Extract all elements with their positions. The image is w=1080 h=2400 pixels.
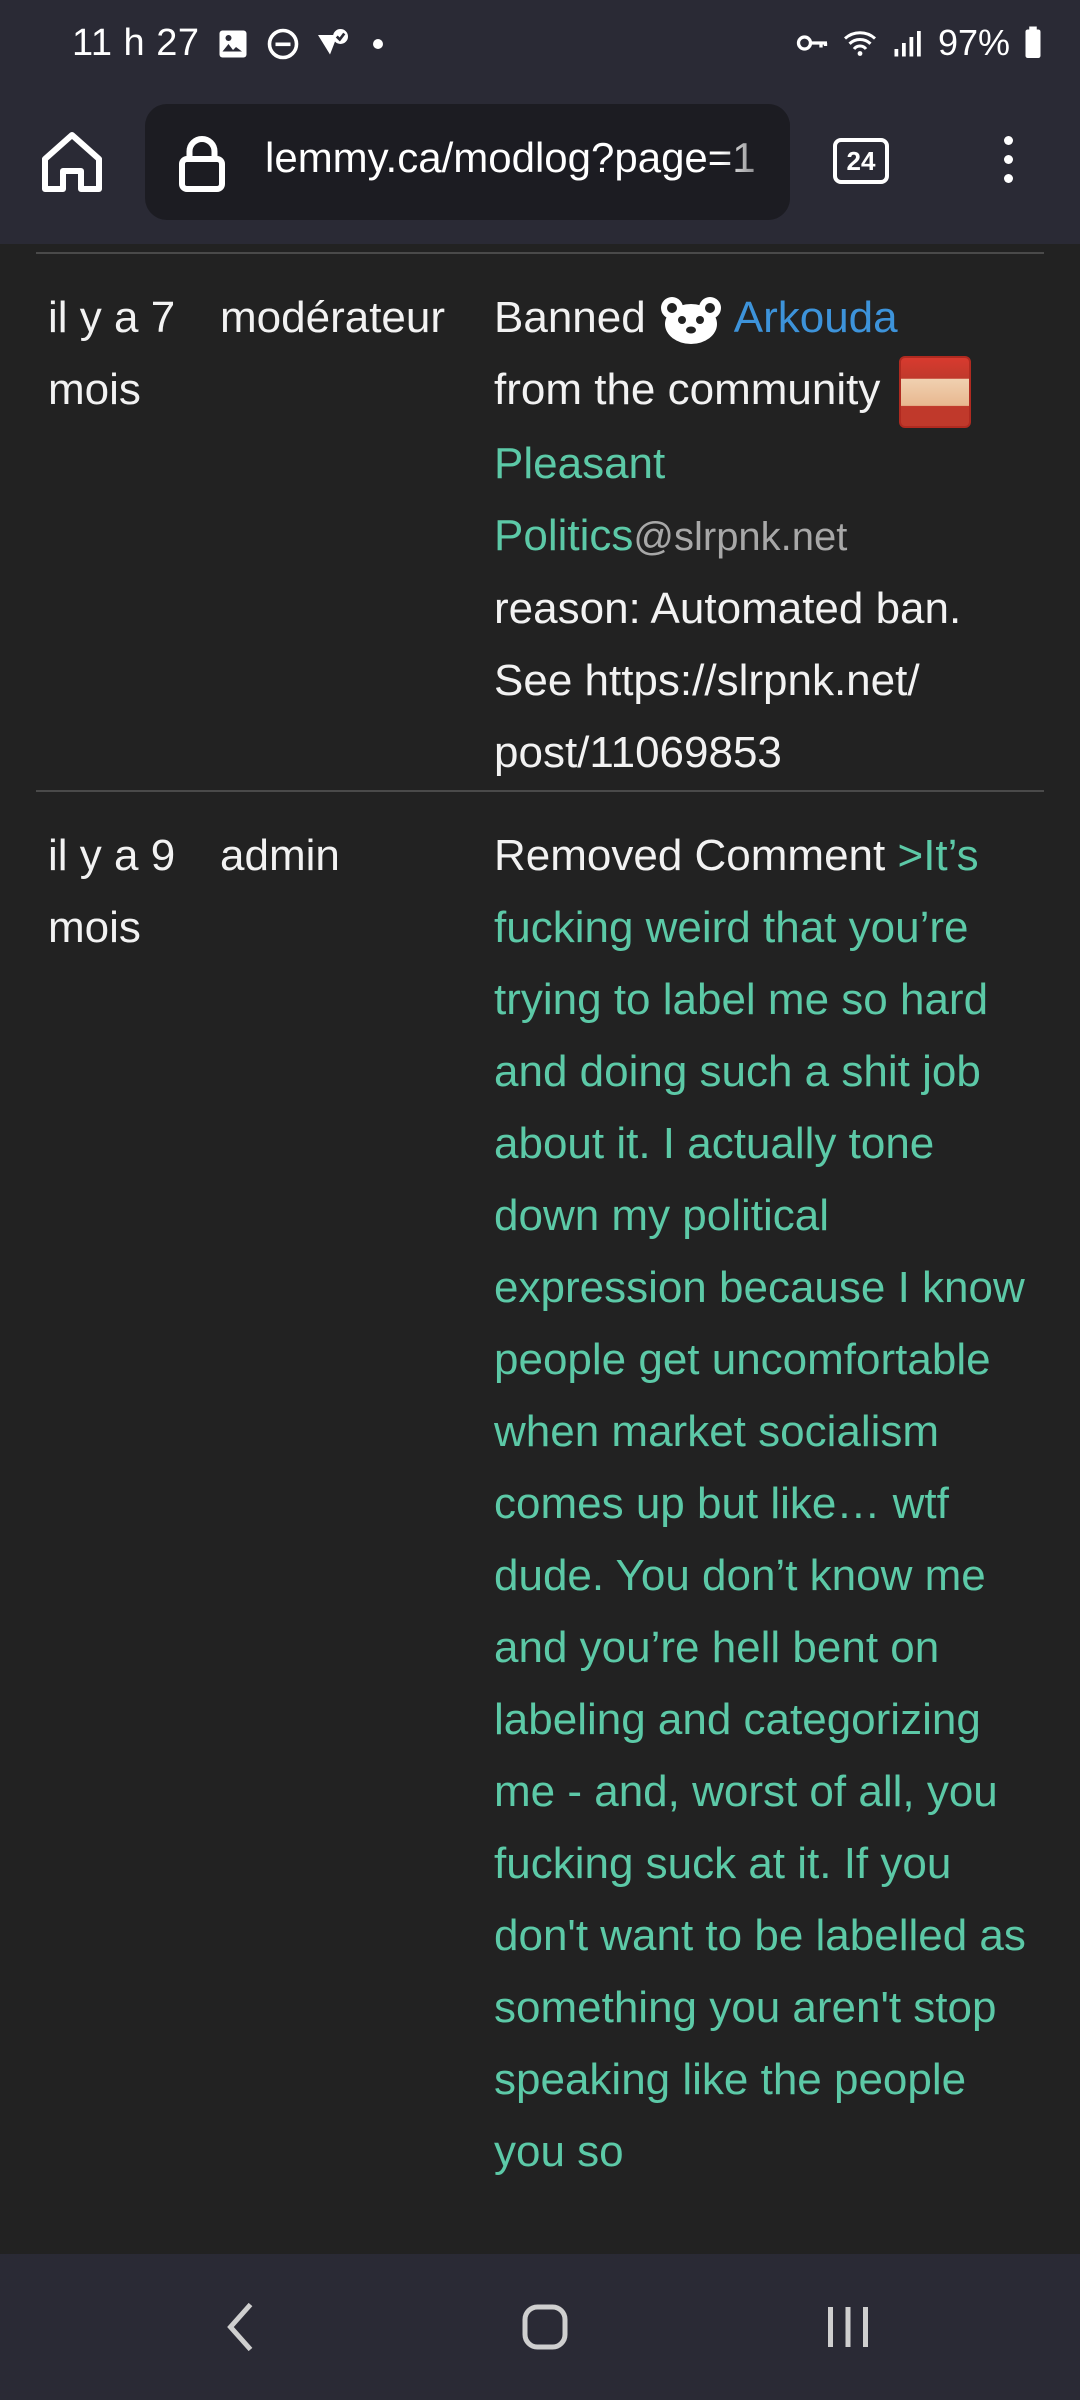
community-name-line[interactable]: Pleasant	[494, 439, 665, 488]
comment-link[interactable]: >It’s fucking weird that you’re trying t…	[494, 831, 1026, 2176]
status-notification-icons	[215, 26, 383, 62]
url-text[interactable]: lemmy.ca/modlog?page=1	[265, 134, 775, 182]
moderator-cell: admin	[220, 831, 340, 880]
moderator-cell: modérateur	[220, 293, 446, 342]
time-text: il y a 9	[48, 831, 176, 880]
community-instance[interactable]: @slrpnk.net	[633, 515, 847, 559]
action-type: Removed Comment	[494, 831, 886, 880]
key-icon	[796, 35, 828, 51]
battery-percent: 97%	[937, 22, 1010, 63]
status-system-icons: 97%	[794, 22, 1044, 64]
modlog-table: il y a 7 mois modérateur Banned Arkouda …	[0, 244, 1080, 2224]
user-link[interactable]: Arkouda	[734, 293, 898, 342]
wifi-icon	[843, 31, 876, 56]
dot-icon	[373, 39, 383, 49]
dnd-icon	[267, 28, 299, 60]
community-name-line[interactable]: Politics	[494, 511, 633, 560]
community-avatar[interactable]	[898, 356, 971, 429]
signal-icon	[894, 31, 921, 57]
battery-icon	[1025, 26, 1041, 58]
vpn-icon	[318, 29, 348, 55]
time-text: mois	[48, 365, 141, 414]
action-cell: Banned Arkouda from the community Pleasa…	[494, 282, 1039, 789]
address-bar[interactable]: lemmy.ca/modlog?page=1	[145, 104, 790, 220]
action-cell: Removed Comment >It’s fucking weird that…	[494, 820, 1039, 2188]
from-text: from the community	[494, 365, 881, 414]
system-nav-bar	[0, 2254, 1080, 2400]
time-cell: il y a 9 mois	[48, 820, 198, 964]
home-icon[interactable]	[36, 126, 108, 198]
table-row: il y a 9 mois admin Removed Comment >It’…	[0, 792, 1080, 2224]
user-avatar[interactable]	[658, 294, 724, 346]
action-type: Banned	[494, 293, 646, 342]
home-nav-icon[interactable]	[515, 2297, 575, 2357]
recents-icon[interactable]	[818, 2297, 878, 2357]
tab-switcher-button[interactable]: 24	[833, 138, 889, 184]
image-icon	[219, 30, 247, 58]
lock-icon[interactable]	[175, 134, 229, 194]
time-text: mois	[48, 903, 141, 952]
time-cell: il y a 7 mois	[48, 282, 198, 426]
browser-toolbar: lemmy.ca/modlog?page=1 24	[0, 96, 1080, 244]
url-fade	[720, 104, 790, 220]
status-bar: 11 h 27 97%	[0, 0, 1080, 96]
time-text: il y a 7	[48, 293, 176, 342]
status-time: 11 h 27	[72, 22, 200, 64]
ban-reason: reason: Automated ban. See https://slrpn…	[494, 584, 962, 778]
back-icon[interactable]	[213, 2297, 273, 2357]
overflow-menu-icon[interactable]	[990, 130, 1026, 194]
